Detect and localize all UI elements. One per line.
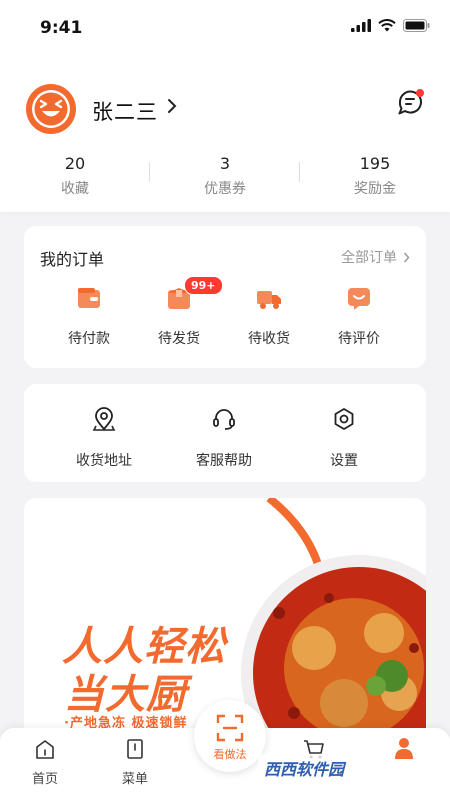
menu-book-icon <box>127 739 143 759</box>
wallet-icon <box>78 288 100 308</box>
order-pending-receipt[interactable]: 待收货 <box>224 284 314 348</box>
service-label: 收货地址 <box>76 453 132 469</box>
order-pending-shipment[interactable]: 99+ 待发货 <box>134 276 224 348</box>
stat-value: 195 <box>359 154 391 173</box>
scan-icon <box>216 714 244 742</box>
stat-value: 3 <box>219 154 231 173</box>
signal-icon <box>351 19 371 32</box>
status-time: 9:41 <box>40 18 83 38</box>
chevron-right-icon[interactable] <box>166 98 178 114</box>
tab-home[interactable]: 首页 <box>15 738 75 787</box>
service-label: 客服帮助 <box>196 453 252 469</box>
order-label: 待发货 <box>158 331 200 347</box>
truck-icon <box>257 291 281 309</box>
location-pin-icon <box>92 407 116 431</box>
status-bar: 9:41 <box>0 0 450 58</box>
center-button-label: 看做法 <box>213 748 247 761</box>
order-pending-review[interactable]: 待评价 <box>314 284 404 348</box>
battery-icon <box>403 19 430 32</box>
message-icon[interactable] <box>396 88 426 118</box>
order-pending-payment[interactable]: 待付款 <box>44 284 134 348</box>
profile-header: 张二三 20 收藏 3 优惠券 195 奖励金 <box>0 58 450 212</box>
watermark: 西西软件园 <box>258 754 351 782</box>
all-orders-link[interactable]: 全部订单 <box>341 247 410 267</box>
stat-coupons[interactable]: 3 优惠券 <box>150 152 300 202</box>
how-to-cook-button[interactable]: 看做法 <box>194 700 266 772</box>
comment-icon <box>348 288 370 310</box>
stat-label: 奖励金 <box>354 181 396 197</box>
service-row: 收货地址 客服帮助 设置 <box>44 406 404 470</box>
service-settings[interactable]: 设置 <box>284 406 404 470</box>
pending-shipment-badge: 99+ <box>184 276 223 295</box>
tab-label: 首页 <box>31 772 58 787</box>
stat-value: 20 <box>64 154 86 173</box>
order-label: 待评价 <box>338 331 380 347</box>
user-name[interactable]: 张二三 <box>92 96 158 126</box>
service-support[interactable]: 客服帮助 <box>164 406 284 470</box>
profile-icon[interactable] <box>393 736 415 760</box>
services-card: 收货地址 客服帮助 设置 <box>24 384 426 482</box>
order-label: 待付款 <box>68 331 110 347</box>
headset-icon <box>213 409 235 430</box>
order-label: 待收货 <box>248 331 290 347</box>
service-label: 设置 <box>330 453 358 469</box>
stat-rewards[interactable]: 195 奖励金 <box>300 152 450 202</box>
status-icons <box>351 19 430 32</box>
avatar[interactable] <box>26 84 76 134</box>
all-orders-label: 全部订单 <box>341 250 397 266</box>
order-status-row: 待付款 99+ 待发货 待收货 待评价 <box>24 276 426 348</box>
stat-favorites[interactable]: 20 收藏 <box>0 152 150 202</box>
gear-icon <box>334 408 354 430</box>
service-address[interactable]: 收货地址 <box>44 406 164 470</box>
tab-menu[interactable]: 菜单 <box>105 738 165 787</box>
orders-card: 我的订单 全部订单 待付款 99+ 待发货 待收货 待评价 <box>24 226 426 368</box>
wifi-icon <box>378 19 396 32</box>
chevron-right-icon <box>403 252 410 262</box>
stat-label: 优惠券 <box>204 181 246 197</box>
orders-title: 我的订单 <box>40 250 105 269</box>
home-icon <box>36 740 54 759</box>
tab-label: 菜单 <box>121 772 148 787</box>
stat-label: 收藏 <box>61 181 89 197</box>
stats-row: 20 收藏 3 优惠券 195 奖励金 <box>0 152 450 202</box>
